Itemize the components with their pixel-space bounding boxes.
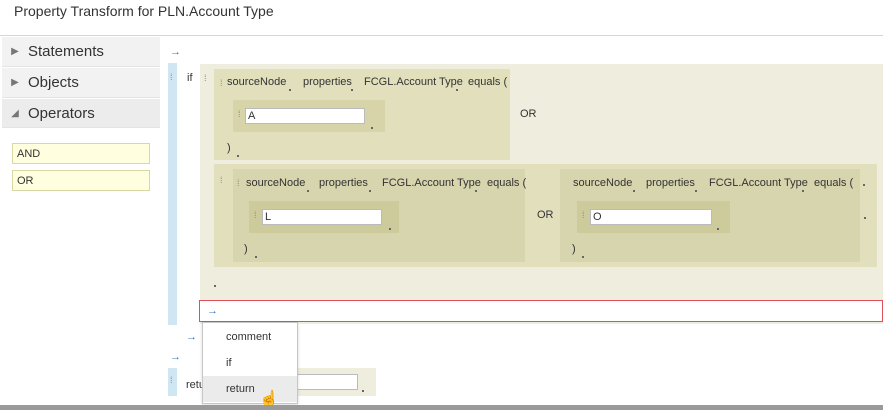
value-slot: ⁞	[577, 201, 730, 233]
drag-grip-icon[interactable]: ⁞	[582, 210, 584, 220]
insertion-row[interactable]: →	[199, 300, 883, 322]
properties-token[interactable]: properties	[646, 177, 695, 189]
insert-arrow-icon[interactable]: →	[170, 351, 181, 363]
menu-item-if[interactable]: if	[203, 350, 297, 376]
token-handle[interactable]	[307, 190, 309, 192]
section-label: Operators	[28, 104, 95, 122]
equals-token[interactable]: equals (	[487, 177, 526, 189]
token-handle[interactable]	[633, 190, 635, 192]
source-node-token[interactable]: sourceNode	[227, 76, 286, 88]
close-paren: )	[227, 142, 231, 154]
properties-token[interactable]: properties	[303, 76, 352, 88]
section-label: Objects	[28, 74, 79, 91]
properties-token[interactable]: properties	[319, 177, 368, 189]
menu-item-comment[interactable]: comment	[203, 324, 297, 350]
condition-block-2: ⁞ sourceNode properties FCGL.Account Typ…	[233, 169, 526, 262]
value-input-o[interactable]	[590, 209, 712, 225]
token-handle[interactable]	[389, 228, 391, 230]
drag-grip-icon[interactable]: ⁞	[170, 72, 172, 82]
section-label: Statements	[28, 43, 104, 60]
drag-grip-icon[interactable]: ⁞	[204, 73, 206, 83]
section-objects[interactable]: ▶ Objects	[2, 68, 160, 98]
or-group-block: ⁞ ⁞ sourceNode properties FCGL.Account T…	[214, 164, 877, 267]
expand-triangle-icon: ▶	[11, 46, 19, 57]
token-handle[interactable]	[695, 190, 697, 192]
close-paren: )	[572, 243, 576, 255]
token-handle[interactable]	[717, 228, 719, 230]
operator-and[interactable]: AND	[12, 143, 150, 164]
token-handle[interactable]	[456, 89, 458, 91]
close-paren: )	[244, 243, 248, 255]
if-keyword: if	[187, 72, 193, 84]
token-handle[interactable]	[255, 256, 257, 258]
return-value-input[interactable]	[294, 374, 358, 390]
statement-menu: comment if return	[202, 322, 298, 404]
section-operators[interactable]: ◢ Operators	[2, 99, 160, 128]
token-handle[interactable]	[475, 190, 477, 192]
insert-arrow-icon[interactable]: →	[186, 331, 197, 343]
condition-block-1: ⁞ sourceNode properties FCGL.Account Typ…	[214, 69, 510, 160]
or-label: OR	[520, 108, 537, 120]
drag-grip-icon[interactable]: ⁞	[220, 175, 222, 185]
menu-item-return[interactable]: return	[203, 376, 297, 402]
equals-token[interactable]: equals (	[814, 177, 853, 189]
token-handle[interactable]	[214, 285, 216, 287]
page-title: Property Transform for PLN.Account Type	[14, 3, 274, 19]
drag-grip-icon[interactable]: ⁞	[237, 178, 239, 188]
insert-arrow-icon[interactable]: →	[170, 46, 181, 58]
token-handle[interactable]	[289, 89, 291, 91]
token-handle[interactable]	[582, 256, 584, 258]
token-handle[interactable]	[802, 190, 804, 192]
condition-block-3: sourceNode properties FCGL.Account Type …	[560, 169, 860, 262]
value-input-a[interactable]	[245, 108, 365, 124]
token-handle[interactable]	[362, 390, 364, 392]
source-node-token[interactable]: sourceNode	[246, 177, 305, 189]
token-handle[interactable]	[371, 127, 373, 129]
token-handle[interactable]	[864, 217, 866, 219]
value-input-l[interactable]	[262, 209, 382, 225]
collapse-triangle-icon: ◢	[11, 107, 19, 119]
source-node-token[interactable]: sourceNode	[573, 177, 632, 189]
token-handle[interactable]	[351, 89, 353, 91]
status-bar	[0, 405, 883, 410]
value-slot: ⁞	[233, 100, 385, 132]
or-label: OR	[537, 209, 554, 221]
token-handle[interactable]	[863, 184, 865, 186]
if-block-handle[interactable]	[168, 63, 177, 325]
drag-grip-icon[interactable]: ⁞	[254, 210, 256, 220]
operator-or[interactable]: OR	[12, 170, 150, 191]
if-condition-block: ⁞ ⁞ sourceNode properties FCGL.Account T…	[200, 64, 883, 324]
drag-grip-icon[interactable]: ⁞	[238, 109, 240, 119]
drag-grip-icon[interactable]: ⁞	[170, 375, 172, 385]
field-token[interactable]: FCGL.Account Type	[364, 76, 463, 88]
token-handle[interactable]	[237, 155, 239, 157]
equals-token[interactable]: equals (	[468, 76, 507, 88]
insert-arrow-icon[interactable]: →	[207, 305, 218, 317]
token-handle[interactable]	[369, 190, 371, 192]
expand-triangle-icon: ▶	[11, 77, 19, 88]
field-token[interactable]: FCGL.Account Type	[709, 177, 808, 189]
section-statements[interactable]: ▶ Statements	[2, 37, 160, 67]
drag-grip-icon[interactable]: ⁞	[220, 78, 222, 88]
field-token[interactable]: FCGL.Account Type	[382, 177, 481, 189]
value-slot: ⁞	[249, 201, 399, 233]
